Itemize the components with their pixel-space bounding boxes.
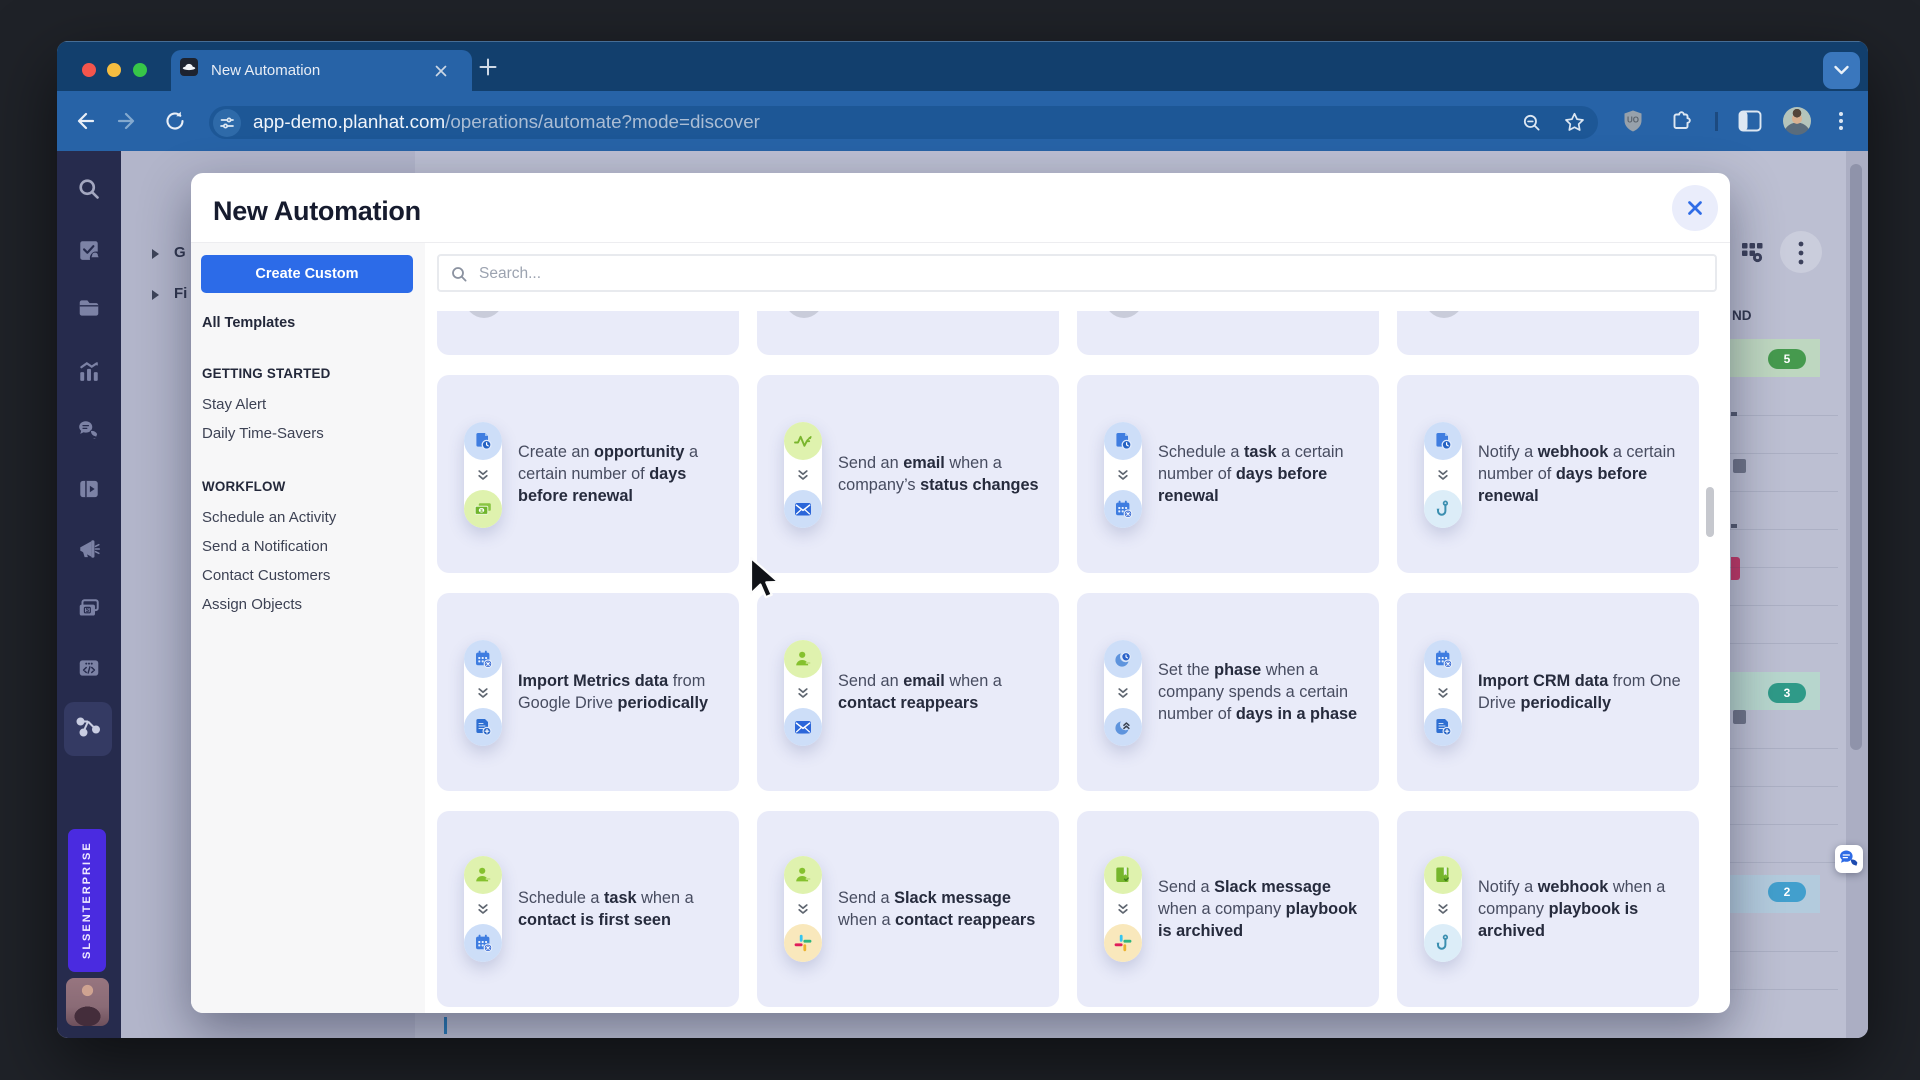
svg-text:UO: UO [1627,116,1639,125]
